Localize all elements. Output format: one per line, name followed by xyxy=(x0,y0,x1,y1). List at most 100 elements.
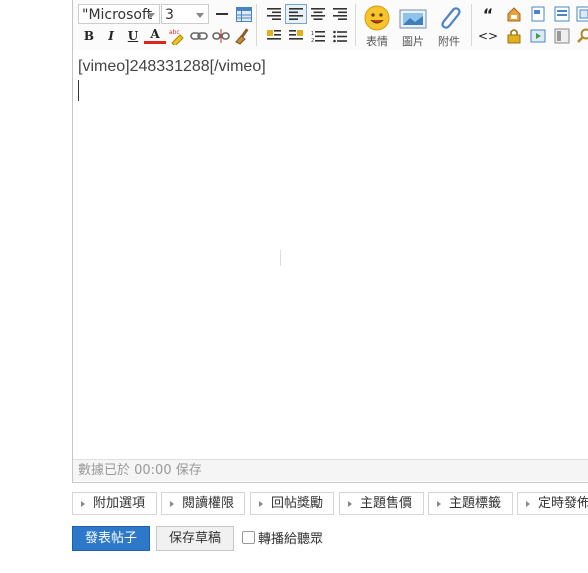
lock-icon xyxy=(507,29,521,44)
search-button[interactable] xyxy=(573,26,588,46)
caret-right-icon xyxy=(348,500,352,507)
svg-text:1: 1 xyxy=(311,31,314,37)
page-button[interactable] xyxy=(551,26,573,46)
align-left-icon xyxy=(289,8,303,20)
brush-icon xyxy=(235,28,249,45)
editor: "Microsoft 3 B I U A abc 1 2 表情 圖片 附件 “ … xyxy=(72,0,588,483)
smiley-icon xyxy=(364,5,390,31)
font-size-select[interactable]: 3 xyxy=(161,4,209,24)
tab-extra-options[interactable]: 附加選項 xyxy=(72,492,157,515)
tab-read-permission[interactable]: 閱讀權限 xyxy=(161,492,245,515)
align-right-icon xyxy=(267,8,281,20)
media-icon xyxy=(530,29,546,43)
align-left-button[interactable] xyxy=(285,4,307,24)
link-icon xyxy=(190,32,208,40)
align-right-icon xyxy=(333,8,347,20)
editor-content[interactable]: [vimeo]248331288[/vimeo] xyxy=(78,58,266,76)
user-button[interactable] xyxy=(573,4,588,24)
unordered-list-icon xyxy=(333,30,347,42)
image-button[interactable]: 圖片 xyxy=(395,2,431,48)
float-left-icon xyxy=(267,30,281,40)
autosave-status: 數據已於 00:00 保存 xyxy=(73,459,588,481)
tab-thread-price[interactable]: 主題售價 xyxy=(339,492,424,515)
tab-scheduled-post[interactable]: 定時發佈 xyxy=(517,492,588,515)
tab-thread-tags[interactable]: 主題標籤 xyxy=(428,492,513,515)
unordered-list-button[interactable] xyxy=(329,26,351,46)
unlink-button[interactable] xyxy=(210,26,232,46)
italic-label: I xyxy=(108,29,114,43)
tab-label: 主題標籤 xyxy=(449,496,502,511)
underline-label: U xyxy=(127,29,139,43)
float-right-button[interactable] xyxy=(285,26,307,46)
caret-right-icon xyxy=(259,500,263,507)
caret-right-icon xyxy=(170,500,174,507)
ordered-list-button[interactable]: 12 xyxy=(307,26,329,46)
toolbar-separator xyxy=(355,4,356,46)
forward-to-listeners-checkbox[interactable] xyxy=(242,531,255,544)
highlight-button[interactable]: abc xyxy=(166,26,188,46)
toolbar-separator xyxy=(256,4,257,46)
caret-right-icon xyxy=(437,500,441,507)
align-center-button[interactable] xyxy=(307,4,329,24)
caret-right-icon xyxy=(81,500,85,507)
attachment-button[interactable]: 附件 xyxy=(431,2,467,48)
document-icon xyxy=(531,6,545,22)
quote-icon: “ xyxy=(482,4,494,24)
tab-label: 附加選項 xyxy=(93,496,146,511)
remove-format-button[interactable] xyxy=(232,26,254,46)
svg-text:2: 2 xyxy=(311,38,314,43)
chevron-down-icon xyxy=(196,13,204,18)
underline-button[interactable]: U xyxy=(122,26,144,46)
search-icon xyxy=(577,28,588,43)
bold-button[interactable]: B xyxy=(78,26,100,46)
paperclip-icon xyxy=(441,7,461,29)
save-draft-button[interactable]: 保存草稿 xyxy=(156,526,234,551)
tab-label: 回帖獎勵 xyxy=(271,496,324,511)
align-center-icon xyxy=(311,8,325,20)
lock-house-icon xyxy=(507,7,521,22)
text-caret xyxy=(78,80,79,101)
tab-label: 主題售價 xyxy=(360,496,413,511)
attachment-label: 附件 xyxy=(438,35,460,48)
ordered-list-icon: 12 xyxy=(311,30,325,43)
password-button[interactable] xyxy=(503,26,525,46)
hide-content-button[interactable] xyxy=(503,4,525,24)
index-button[interactable] xyxy=(551,4,573,24)
horizontal-rule-icon xyxy=(216,13,228,15)
font-color-button[interactable]: A xyxy=(144,26,166,44)
font-color-label: A xyxy=(150,26,160,41)
toolbar-separator xyxy=(471,4,472,46)
tab-reply-reward[interactable]: 回帖獎勵 xyxy=(250,492,334,515)
caret-right-icon xyxy=(526,500,530,507)
code-button[interactable]: <> xyxy=(477,26,499,46)
svg-text:abc: abc xyxy=(169,29,180,36)
highlighter-icon: abc xyxy=(169,29,184,45)
image-icon xyxy=(399,9,427,29)
submit-post-button[interactable]: 發表帖子 xyxy=(72,526,150,551)
font-family-select[interactable]: "Microsoft xyxy=(78,4,160,24)
image-label: 圖片 xyxy=(402,35,424,48)
list-box-icon xyxy=(554,6,570,22)
text-cursor-icon xyxy=(280,250,281,266)
tab-label: 定時發佈 xyxy=(538,496,588,511)
link-button[interactable] xyxy=(188,26,210,46)
align-right-button[interactable] xyxy=(329,4,351,24)
table-icon xyxy=(236,6,252,22)
flash-button[interactable] xyxy=(527,26,549,46)
italic-button[interactable]: I xyxy=(100,26,122,46)
page-icon xyxy=(554,28,570,44)
bold-frame-icon xyxy=(576,6,588,22)
float-left-button[interactable] xyxy=(263,26,285,46)
chevron-down-icon xyxy=(147,13,155,18)
free-content-button[interactable] xyxy=(527,4,549,24)
unlink-icon xyxy=(212,29,230,43)
quote-button[interactable]: “ xyxy=(477,4,499,24)
horizontal-rule-button[interactable] xyxy=(211,4,233,24)
emoji-button[interactable]: 表情 xyxy=(359,2,395,48)
font-family-value: "Microsoft xyxy=(82,7,153,23)
font-size-value: 3 xyxy=(165,7,174,23)
table-button[interactable] xyxy=(233,4,255,24)
indent-right-button[interactable] xyxy=(263,4,285,24)
emoji-label: 表情 xyxy=(366,35,388,48)
bold-label: B xyxy=(83,29,95,43)
